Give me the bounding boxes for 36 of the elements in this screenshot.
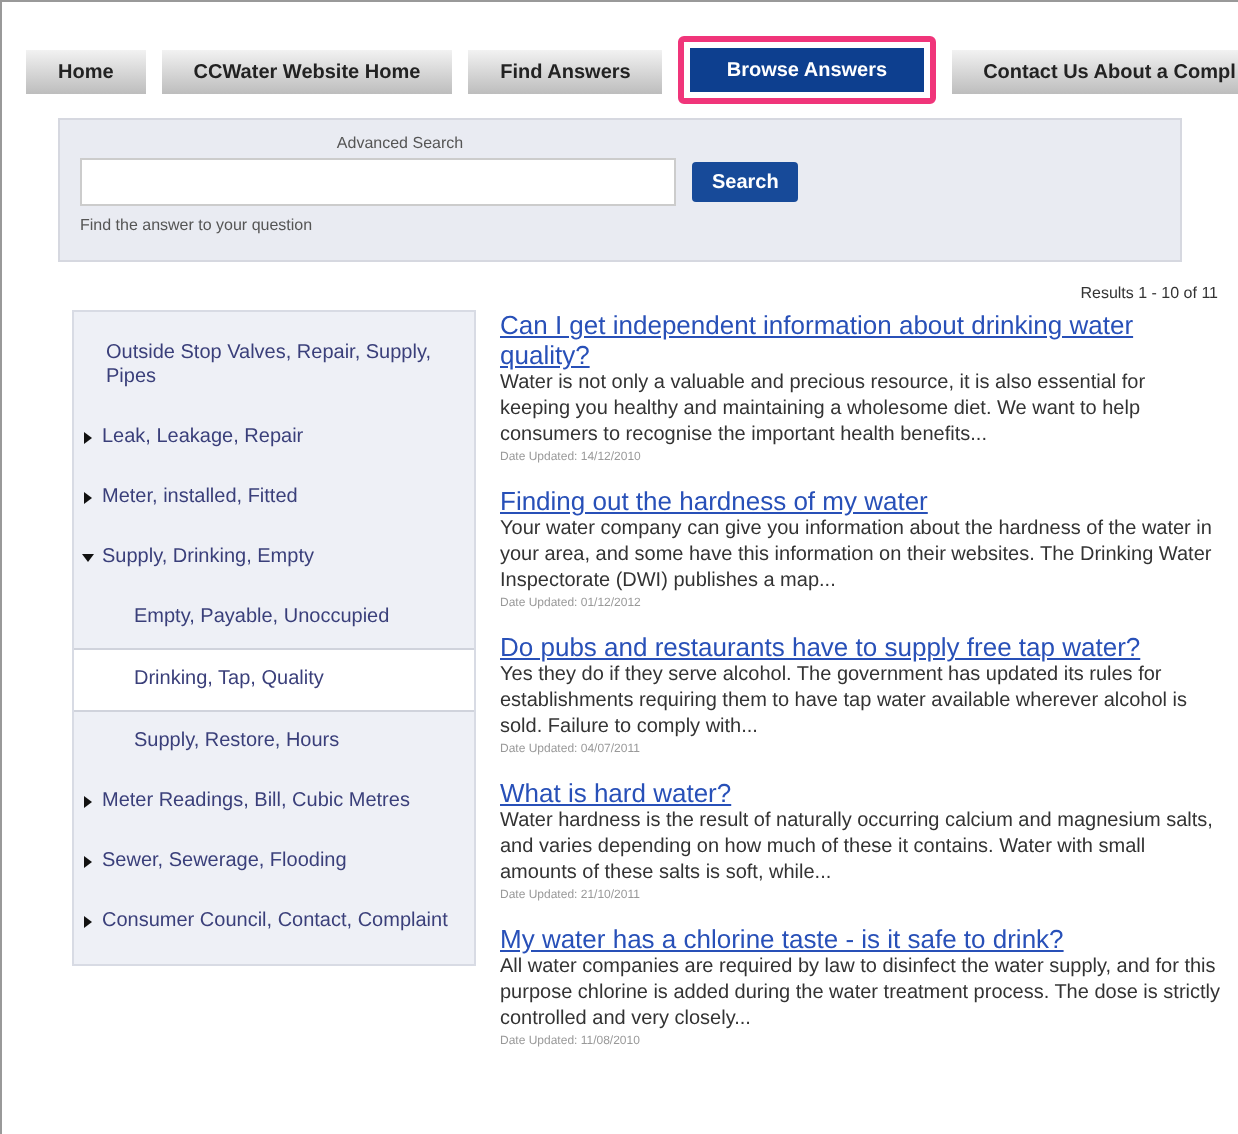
category-item[interactable]: Leak, Leakage, Repair	[74, 408, 474, 468]
category-item[interactable]: Drinking, Tap, Quality	[74, 648, 474, 712]
nav-tab[interactable]: Browse Answers	[690, 48, 924, 92]
caret-right-icon[interactable]	[82, 432, 94, 444]
caret-right-icon[interactable]	[82, 796, 94, 808]
result-snippet: Water is not only a valuable and precious resource, it is also essential for keeping you healthy and maintaining a wholesome diet. We want to help consumers to recognise the important health benefits...	[500, 370, 1148, 448]
nav-tab[interactable]: Home	[26, 50, 146, 94]
results-count: Results 1 - 10 of 11	[1080, 282, 1218, 306]
result-link[interactable]: Do pubs and restaurants have to supply free tap water?	[500, 632, 1220, 662]
result-snippet: All water companies are required by law to disinfect the water supply, and for this purpose chlorine is added during the water treatment process. The dose is strictly controlled and very closely...	[500, 954, 1220, 1032]
category-item[interactable]: Supply, Restore, Hours	[74, 712, 474, 772]
category-item[interactable]: Meter Readings, Bill, Cubic Metres	[74, 772, 474, 832]
caret-right-icon[interactable]	[82, 856, 94, 868]
nav-tab[interactable]: CCWater Website Home	[161, 50, 453, 94]
result-link[interactable]: My water has a chlorine taste - is it safe to drink?	[500, 924, 1220, 954]
advanced-search-label: Advanced Search	[334, 132, 466, 156]
result-link[interactable]: What is hard water?	[500, 778, 1220, 808]
result-snippet: Water hardness is the result of naturally occurring calcium and magnesium salts, and varies depending on how much of these it contains. Water with small amounts of these salts is soft, while...	[500, 808, 1215, 886]
nav-tab[interactable]: Find Answers	[468, 50, 663, 94]
category-item[interactable]: Supply, Drinking, Empty	[74, 528, 474, 588]
caret-right-icon[interactable]	[82, 492, 94, 504]
category-item[interactable]: Consumer Council, Contact, Complaint	[74, 892, 474, 952]
caret-right-icon[interactable]	[82, 916, 94, 928]
result-snippet: Your water company can give you information about the hardness of the water in your area, and some have this information on their websites. The Drinking Water Inspectorate (DWI) publishes a map...	[500, 516, 1214, 594]
category-item[interactable]: Outside Stop Valves, Repair, Supply, Pipes	[74, 324, 474, 408]
search-input[interactable]	[80, 158, 676, 206]
result-link[interactable]: Can I get independent information about drinking water quality?	[500, 310, 1220, 370]
category-item[interactable]: Meter, installed, Fitted	[74, 468, 474, 528]
category-item[interactable]: Sewer, Sewerage, Flooding	[74, 832, 474, 892]
result-snippet: Yes they do if they serve alcohol. The government has updated its rules for establishments requiring them to have tap water available wherever alcohol is sold. Failure to comply with...	[500, 662, 1190, 740]
search-button[interactable]: Search	[692, 162, 799, 202]
category-item[interactable]: Empty, Payable, Unoccupied	[74, 588, 474, 648]
result-link[interactable]: Finding out the hardness of my water	[500, 486, 1220, 516]
search-hint: Find the answer to your question	[80, 214, 315, 238]
caret-down-icon[interactable]	[82, 552, 94, 564]
nav-tab[interactable]: Contact Us About a Compl	[951, 50, 1238, 94]
